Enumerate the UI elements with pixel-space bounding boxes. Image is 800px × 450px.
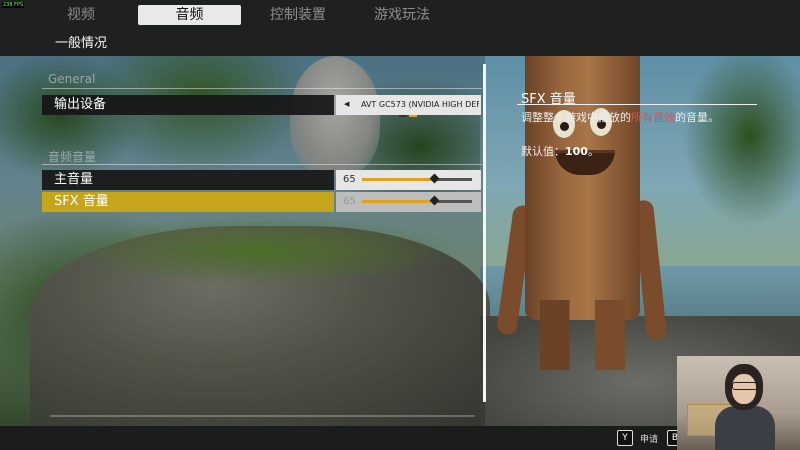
horizontal-divider [50,415,475,417]
arrow-left-icon[interactable]: ◀ [344,100,349,108]
description-text: 调整整个游戏中播放的所有音效的音量。 [521,111,719,124]
output-device-selector[interactable]: ◀ AVT GC573 (NVIDIA HIGH DEFINITION AUDI… [336,95,481,117]
slider-handle[interactable] [429,195,439,206]
tab-gameplay[interactable]: 游戏玩法 [362,5,442,25]
description-highlight: 所有音效 [631,111,675,124]
divider [42,88,482,89]
default-value: 100 [565,145,588,158]
setting-row-master-volume[interactable]: 主音量 [42,170,334,190]
fps-counter: 238 FPS [2,2,25,8]
output-device-value: AVT GC573 (NVIDIA HIGH DEFINITION AUDIO) [361,100,479,109]
tab-audio[interactable]: 音频 [138,5,241,25]
master-volume-value: 65 [343,174,356,185]
tab-controls[interactable]: 控制装置 [258,5,338,25]
palm-tree [650,56,800,316]
sfx-volume-slider-box[interactable]: 65 [336,192,481,212]
sfx-volume-slider[interactable] [362,195,472,206]
slider-handle[interactable] [429,173,439,184]
y-key-icon[interactable]: Y [617,430,633,446]
setting-row-output-device[interactable]: 输出设备 [42,95,334,115]
master-volume-slider-box[interactable]: 65 [336,170,481,190]
glasses-icon [732,382,758,390]
option-page-dots [399,110,419,117]
webcam-overlay [677,356,800,450]
group-header-volume: 音频音量 [48,150,97,164]
panel-scrollbar[interactable] [483,64,486,402]
tab-video[interactable]: 视频 [50,5,112,25]
top-nav-bar: 238 FPS 视频 音频 控制装置 游戏玩法 一般情况 [0,0,800,56]
apply-hint[interactable]: 申请 [640,432,658,445]
section-title: 一般情况 [55,36,108,51]
group-header-general: General [48,72,96,86]
setting-row-sfx-volume[interactable]: SFX 音量 [42,192,334,212]
divider [517,104,757,105]
master-volume-slider[interactable] [362,173,472,184]
default-value-text: 默认值：100。 [521,145,599,158]
divider [42,164,482,165]
sfx-volume-value: 65 [343,196,356,207]
